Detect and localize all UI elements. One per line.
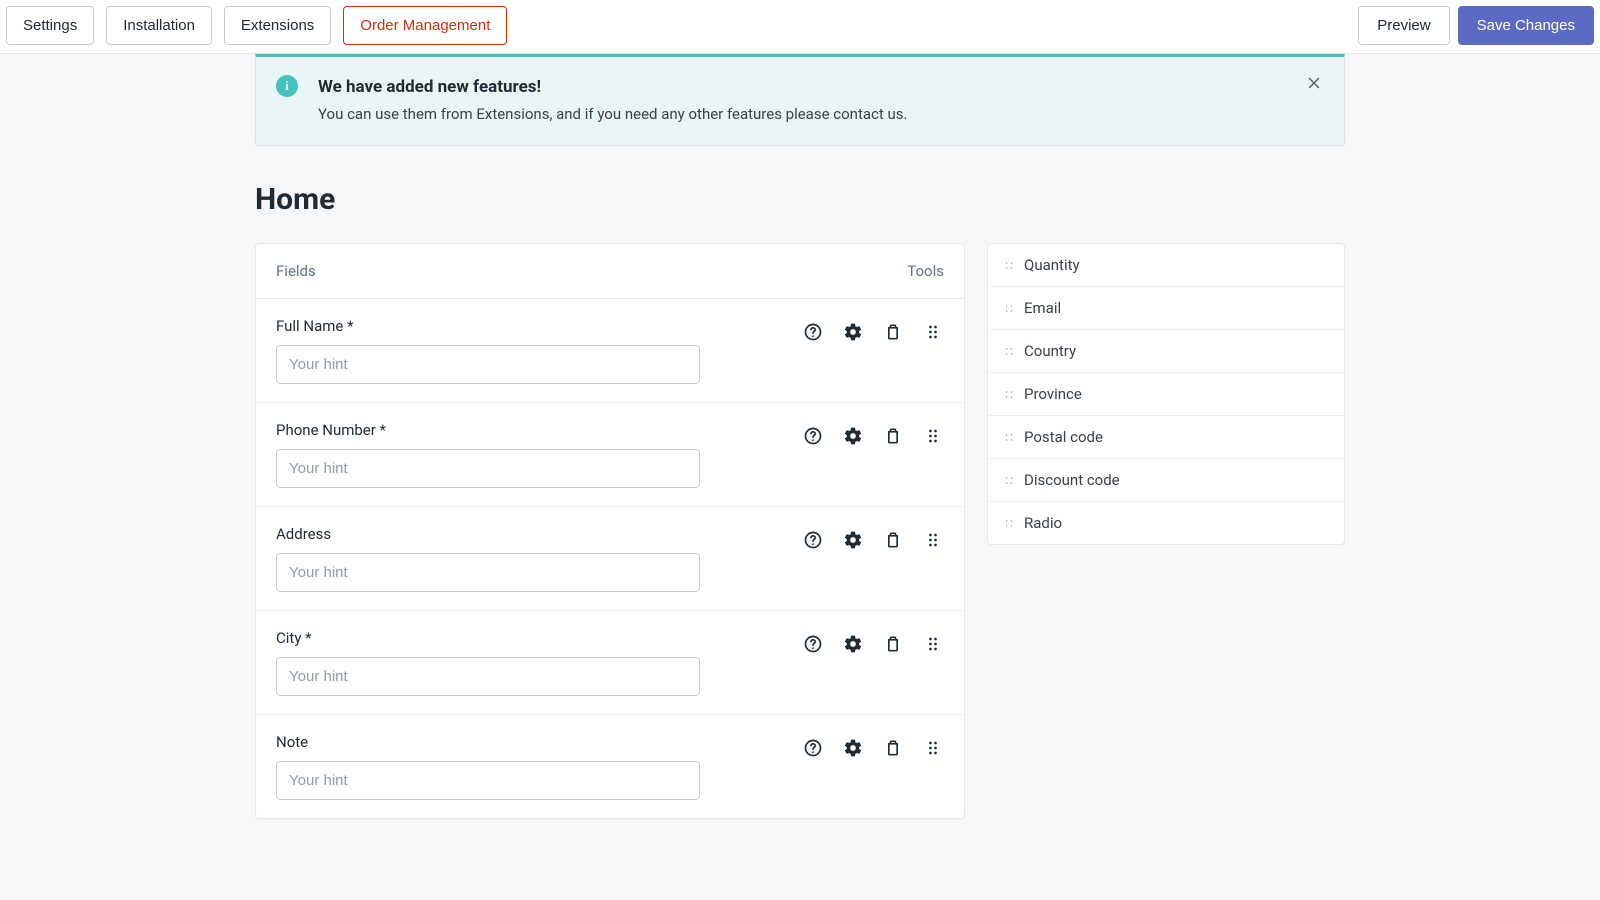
- gear-icon: [843, 738, 863, 758]
- field-hint-input[interactable]: [276, 553, 700, 592]
- fields-header-label: Fields: [276, 262, 316, 280]
- drag-handle[interactable]: [922, 737, 944, 759]
- delete-button[interactable]: [882, 633, 904, 655]
- drag-handle[interactable]: [922, 529, 944, 551]
- delete-button[interactable]: [882, 737, 904, 759]
- available-field-radio[interactable]: Radio: [988, 502, 1344, 544]
- drag-icon: [923, 634, 943, 654]
- action-group: Preview Save Changes: [1358, 6, 1594, 45]
- drag-handle[interactable]: [922, 633, 944, 655]
- trash-icon: [883, 322, 903, 342]
- top-bar: Settings Installation Extensions Order M…: [0, 0, 1600, 54]
- drag-handle[interactable]: [922, 321, 944, 343]
- preview-button[interactable]: Preview: [1358, 6, 1449, 45]
- trash-icon: [883, 634, 903, 654]
- field-label: City *: [276, 629, 700, 647]
- available-field-country[interactable]: Country: [988, 330, 1344, 373]
- help-button[interactable]: [802, 425, 824, 447]
- info-icon: i: [276, 75, 298, 97]
- help-icon: [803, 426, 823, 446]
- trash-icon: [883, 426, 903, 446]
- drag-icon: [923, 426, 943, 446]
- help-button[interactable]: [802, 633, 824, 655]
- info-alert: i We have added new features! You can us…: [255, 54, 1345, 146]
- help-button[interactable]: [802, 529, 824, 551]
- settings-button[interactable]: [842, 737, 864, 759]
- field-row-full-name: Full Name *: [256, 299, 964, 403]
- help-icon: [803, 634, 823, 654]
- help-icon: [803, 530, 823, 550]
- field-row-address: Address: [256, 507, 964, 611]
- help-button[interactable]: [802, 321, 824, 343]
- trash-icon: [883, 530, 903, 550]
- drag-icon: [923, 738, 943, 758]
- gear-icon: [843, 530, 863, 550]
- field-hint-input[interactable]: [276, 449, 700, 488]
- settings-button[interactable]: [842, 321, 864, 343]
- tab-installation[interactable]: Installation: [106, 6, 212, 45]
- help-icon: [803, 738, 823, 758]
- drag-icon: [923, 322, 943, 342]
- available-fields-list: Quantity Email Country Province Postal c…: [987, 243, 1345, 545]
- alert-close-button[interactable]: [1302, 71, 1326, 95]
- available-field-province[interactable]: Province: [988, 373, 1344, 416]
- drag-handle[interactable]: [922, 425, 944, 447]
- available-field-postal-code[interactable]: Postal code: [988, 416, 1344, 459]
- alert-title: We have added new features!: [318, 77, 1294, 97]
- field-label: Phone Number *: [276, 421, 700, 439]
- delete-button[interactable]: [882, 529, 904, 551]
- tab-order-management[interactable]: Order Management: [343, 6, 507, 45]
- tab-group: Settings Installation Extensions Order M…: [6, 6, 507, 45]
- field-row-phone-number: Phone Number *: [256, 403, 964, 507]
- delete-button[interactable]: [882, 425, 904, 447]
- available-field-email[interactable]: Email: [988, 287, 1344, 330]
- help-icon: [803, 322, 823, 342]
- page-title: Home: [255, 182, 1345, 217]
- tab-extensions[interactable]: Extensions: [224, 6, 331, 45]
- help-button[interactable]: [802, 737, 824, 759]
- field-label: Address: [276, 525, 700, 543]
- field-label: Note: [276, 733, 700, 751]
- fields-card-header: Fields Tools: [256, 244, 964, 299]
- field-row-note: Note: [256, 715, 964, 818]
- drag-icon: [923, 530, 943, 550]
- close-icon: [1305, 74, 1323, 92]
- field-hint-input[interactable]: [276, 761, 700, 800]
- field-hint-input[interactable]: [276, 657, 700, 696]
- available-field-quantity[interactable]: Quantity: [988, 244, 1344, 287]
- fields-card: Fields Tools Full Name *: [255, 243, 965, 819]
- settings-button[interactable]: [842, 633, 864, 655]
- available-field-discount-code[interactable]: Discount code: [988, 459, 1344, 502]
- field-label: Full Name *: [276, 317, 700, 335]
- settings-button[interactable]: [842, 529, 864, 551]
- field-row-city: City *: [256, 611, 964, 715]
- settings-button[interactable]: [842, 425, 864, 447]
- gear-icon: [843, 426, 863, 446]
- save-changes-button[interactable]: Save Changes: [1458, 6, 1594, 45]
- delete-button[interactable]: [882, 321, 904, 343]
- field-hint-input[interactable]: [276, 345, 700, 384]
- gear-icon: [843, 322, 863, 342]
- tab-settings[interactable]: Settings: [6, 6, 94, 45]
- trash-icon: [883, 738, 903, 758]
- gear-icon: [843, 634, 863, 654]
- alert-body: You can use them from Extensions, and if…: [318, 105, 1294, 123]
- tools-header-label: Tools: [907, 262, 944, 280]
